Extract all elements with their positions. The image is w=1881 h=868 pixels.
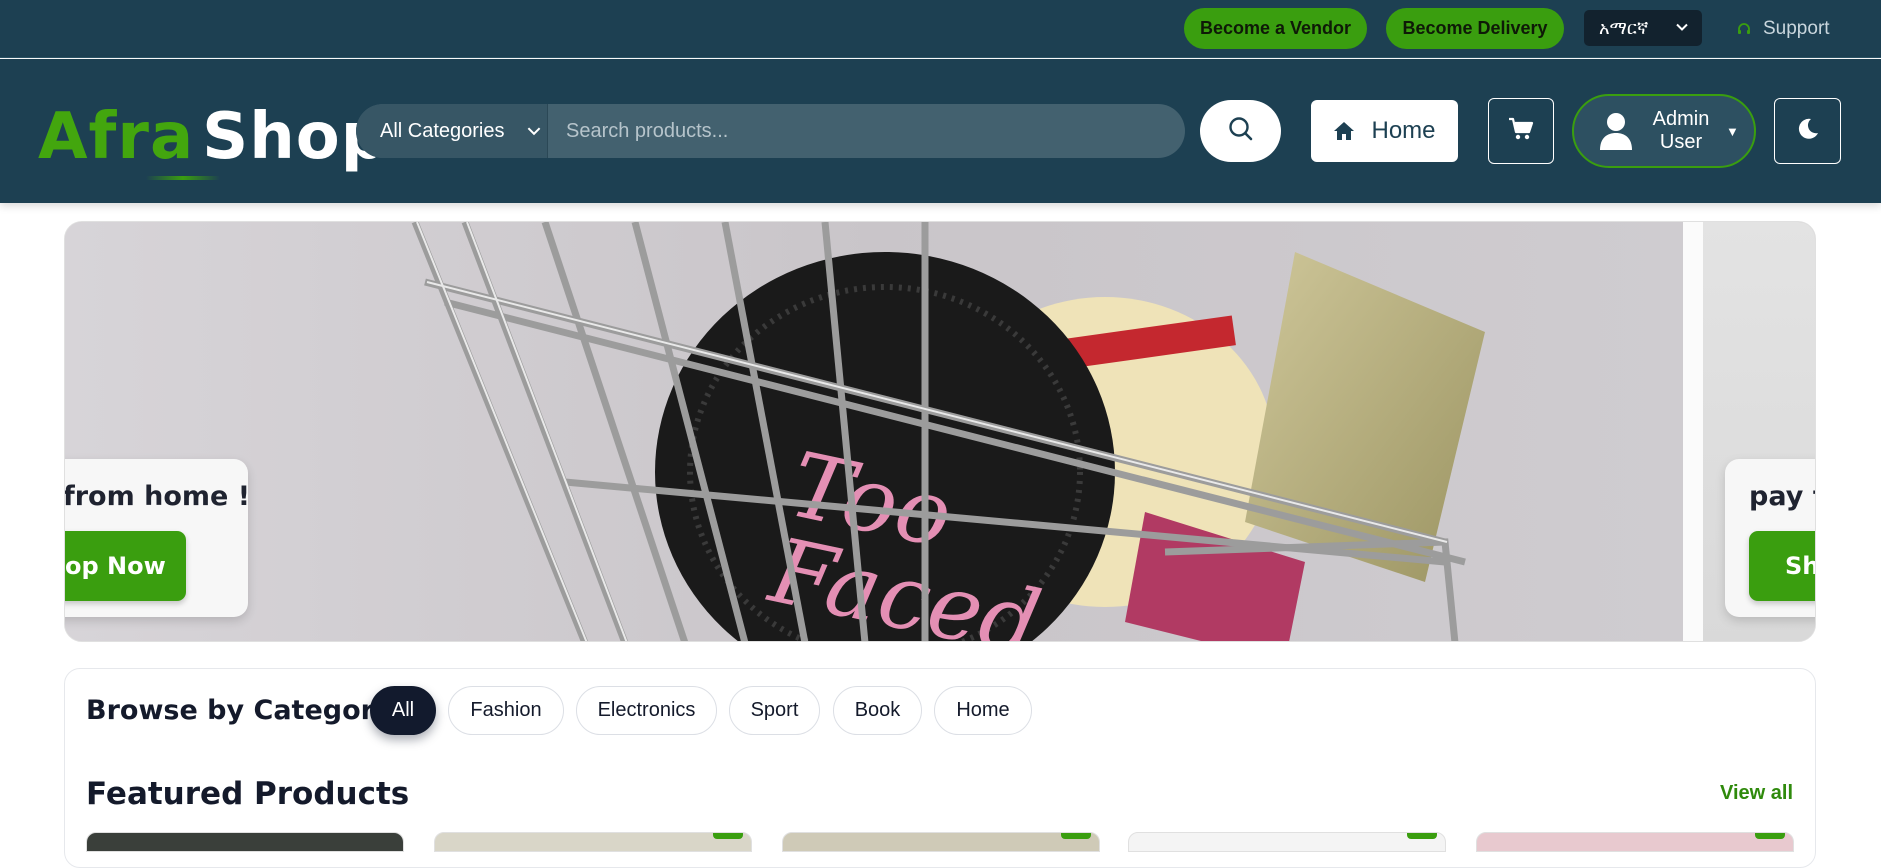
promo-card-current: from home ! op Now: [64, 459, 251, 617]
promo-card-next: pay f Sh: [1725, 459, 1815, 617]
chevron-down-icon: [1674, 19, 1690, 40]
search-input[interactable]: [566, 104, 1166, 158]
language-select[interactable]: አማርኛ: [1584, 10, 1702, 46]
featured-title: Featured Products: [86, 776, 410, 812]
product-badge: [1407, 833, 1437, 839]
hero-carousel[interactable]: Too Faced from home ! op Now pay Sh: [64, 221, 1816, 642]
cart-button[interactable]: [1488, 98, 1554, 164]
become-vendor-button[interactable]: Become a Vendor: [1184, 8, 1367, 49]
support-label: Support: [1763, 18, 1830, 39]
language-select-value: አማርኛ: [1599, 17, 1649, 38]
category-chip-fashion[interactable]: Fashion: [448, 686, 564, 735]
chevron-down-icon: [525, 122, 543, 146]
category-chip-sport[interactable]: Sport: [729, 686, 820, 735]
home-icon: [1333, 121, 1355, 141]
user-name-line1: Admin: [1652, 108, 1710, 130]
shop-now-button-next[interactable]: Sh: [1749, 531, 1815, 601]
user-name: Admin User: [1646, 108, 1716, 154]
category-select[interactable]: All Categories: [356, 104, 548, 158]
shop-now-button[interactable]: op Now: [65, 531, 186, 601]
product-card[interactable]: [782, 832, 1100, 852]
main-header: Afra Shop All Categories Home A: [0, 59, 1881, 203]
moon-icon: [1795, 116, 1821, 147]
user-name-line2: User: [1659, 131, 1703, 153]
support-link[interactable]: Support: [1736, 16, 1830, 42]
category-chip-electronics[interactable]: Electronics: [576, 686, 717, 735]
become-delivery-button[interactable]: Become Delivery: [1386, 8, 1564, 49]
search-icon: [1227, 115, 1255, 148]
caret-down-icon: ▼: [1726, 123, 1739, 139]
category-select-value: All Categories: [380, 119, 505, 142]
carousel-gap: [1683, 222, 1703, 641]
category-chip-home[interactable]: Home: [934, 686, 1032, 735]
product-badge: [1755, 833, 1785, 839]
product-card[interactable]: [434, 832, 752, 852]
product-badge: [1061, 833, 1091, 839]
search-button[interactable]: [1200, 100, 1281, 162]
top-bar: Become a Vendor Become Delivery አማርኛ Sup…: [0, 0, 1881, 58]
product-card[interactable]: [86, 832, 404, 852]
user-icon: [1598, 111, 1634, 151]
view-all-link[interactable]: View all: [1720, 782, 1793, 805]
banner-photo: Too Faced: [65, 222, 1683, 641]
browse-title: Browse by Category: [86, 695, 392, 726]
product-card[interactable]: [1476, 832, 1794, 852]
logo-underline: [146, 176, 220, 180]
site-logo[interactable]: Afra Shop: [38, 100, 388, 174]
product-card[interactable]: [1128, 832, 1446, 852]
category-chip-book[interactable]: Book: [833, 686, 922, 735]
product-badge: [713, 833, 743, 839]
theme-toggle-button[interactable]: [1774, 98, 1841, 164]
user-menu-button[interactable]: Admin User ▼: [1572, 94, 1756, 168]
logo-part-afra: Afra: [38, 100, 195, 174]
home-button[interactable]: Home: [1311, 100, 1458, 162]
category-chip-all[interactable]: All: [370, 686, 436, 735]
promo-text-next: pay f: [1749, 481, 1815, 512]
promo-text-current: from home !: [64, 481, 251, 512]
home-label: Home: [1371, 117, 1436, 144]
cart-icon: [1508, 117, 1534, 146]
search-bar: All Categories: [356, 104, 1185, 158]
headset-icon: [1736, 20, 1754, 38]
